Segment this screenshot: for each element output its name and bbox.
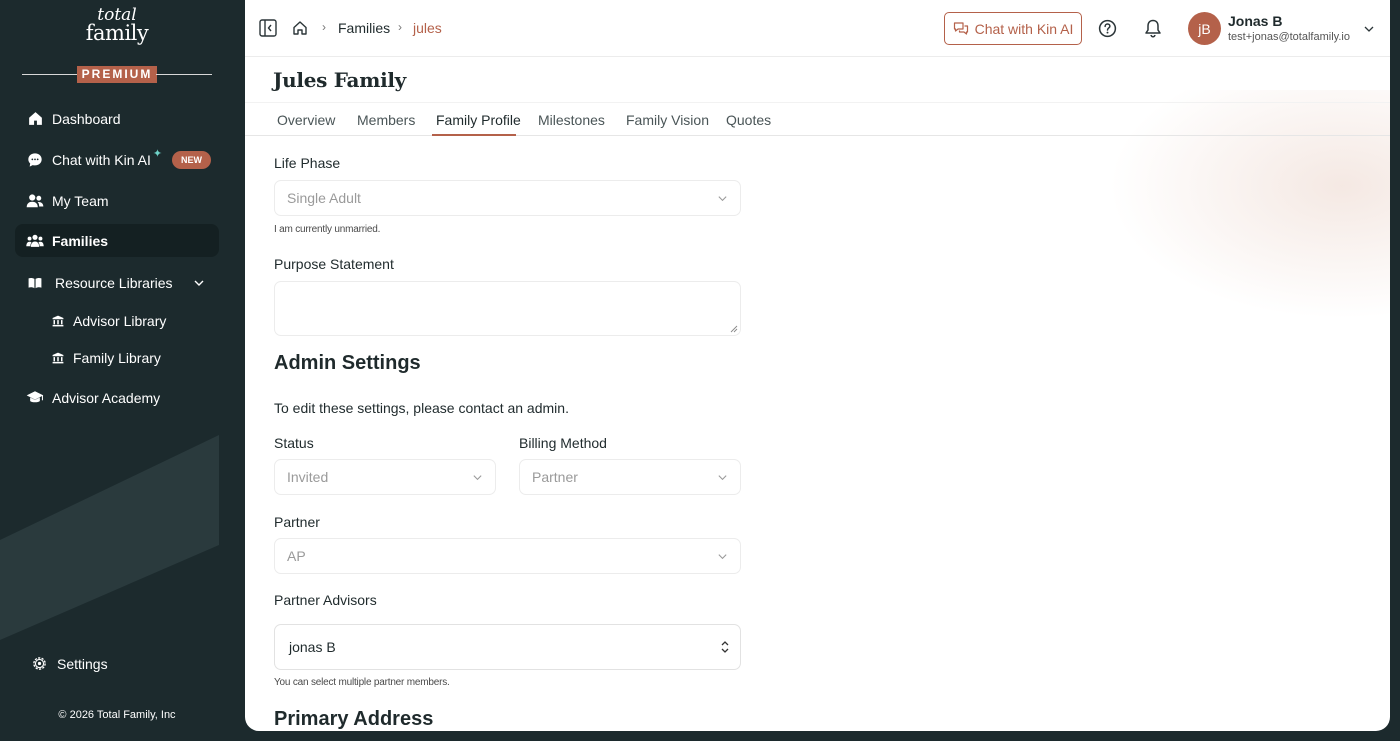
sidebar-item-family-library[interactable]: Family Library — [15, 341, 219, 374]
topbar: › Families › jules Chat with Kin AI jB J… — [245, 0, 1390, 57]
partner-value: AP — [287, 548, 306, 564]
breadcrumb-separator: › — [398, 20, 402, 34]
sidebar-item-advisor-academy[interactable]: Advisor Academy — [15, 381, 219, 414]
life-phase-value: Single Adult — [287, 190, 361, 206]
billing-method-label: Billing Method — [519, 435, 607, 451]
sparkle-icon: ✦ — [152, 148, 163, 160]
user-avatar[interactable]: jB — [1188, 12, 1221, 45]
partner-advisors-hint: You can select multiple partner members. — [274, 677, 450, 688]
chevron-down-icon[interactable] — [1363, 23, 1375, 35]
sidebar-item-chat-kin-ai[interactable]: Chat with Kin AI ✦ NEW — [15, 143, 219, 176]
copyright: © 2026 Total Family, Inc — [58, 709, 176, 721]
page-title: Jules Family — [273, 68, 406, 92]
chat-bubble-icon — [26, 151, 44, 169]
billing-method-value: Partner — [532, 469, 578, 485]
new-badge: NEW — [172, 150, 212, 169]
chat-button-label: Chat with Kin AI — [974, 20, 1074, 37]
graduation-cap-icon — [26, 389, 44, 407]
team-icon — [26, 192, 44, 210]
tab-bar: Overview Members Family Profile Mileston… — [245, 102, 1390, 136]
library-icon — [51, 351, 65, 365]
status-select[interactable]: Invited — [274, 459, 496, 495]
library-icon — [51, 314, 65, 328]
notifications-bell-icon[interactable] — [1144, 19, 1162, 38]
sidebar-item-resource-libraries[interactable]: Resource Libraries — [15, 266, 219, 299]
sidebar-item-label: My Team — [52, 192, 109, 209]
sidebar-item-label: Settings — [57, 655, 108, 672]
chevron-down-icon[interactable] — [193, 277, 205, 289]
sidebar-item-settings[interactable]: Settings — [15, 647, 219, 680]
divider — [22, 74, 78, 75]
life-phase-label: Life Phase — [274, 155, 341, 171]
admin-settings-heading: Admin Settings — [274, 352, 421, 374]
billing-method-select[interactable]: Partner — [519, 459, 741, 495]
families-icon — [26, 232, 44, 250]
partner-advisors-value: jonas B — [289, 639, 336, 655]
purpose-statement-label: Purpose Statement — [274, 256, 394, 272]
divider — [156, 74, 212, 75]
breadcrumb-families[interactable]: Families — [338, 20, 390, 36]
chevron-down-icon — [473, 475, 482, 481]
partner-advisors-multiselect[interactable]: jonas B — [274, 624, 741, 670]
home-icon[interactable] — [292, 20, 308, 36]
partner-label: Partner — [274, 514, 320, 530]
tab-family-vision[interactable]: Family Vision — [626, 112, 709, 128]
status-value: Invited — [287, 469, 329, 485]
breadcrumb-separator: › — [322, 20, 326, 34]
sidebar-item-my-team[interactable]: My Team — [15, 184, 219, 217]
primary-address-heading: Primary Address — [274, 708, 434, 730]
user-name[interactable]: Jonas B — [1228, 13, 1282, 29]
sidebar-item-advisor-library[interactable]: Advisor Library — [15, 304, 219, 337]
gear-icon — [30, 655, 48, 673]
sidebar-item-label: Resource Libraries — [55, 274, 173, 291]
premium-badge: PREMIUM — [77, 66, 157, 83]
sidebar-background-shape — [0, 435, 219, 640]
sidebar-item-dashboard[interactable]: Dashboard — [15, 102, 219, 135]
tab-quotes[interactable]: Quotes — [726, 112, 771, 128]
tab-members[interactable]: Members — [357, 112, 415, 128]
breadcrumb-current: jules — [413, 20, 442, 36]
active-tab-indicator — [432, 134, 516, 136]
book-icon — [26, 274, 44, 292]
chevron-down-icon — [718, 196, 727, 202]
purpose-statement-textarea[interactable] — [274, 281, 741, 336]
tab-milestones[interactable]: Milestones — [538, 112, 605, 128]
partner-select[interactable]: AP — [274, 538, 741, 574]
brand-logo[interactable]: total family — [0, 7, 234, 45]
sidebar: total family PREMIUM Dashboard Chat with… — [0, 0, 234, 741]
home-icon — [26, 110, 44, 128]
user-email: test+jonas@totalfamily.io — [1228, 31, 1350, 43]
sidebar-item-label: Chat with Kin AI — [52, 151, 151, 168]
status-label: Status — [274, 435, 314, 451]
sidebar-item-label: Advisor Library — [73, 312, 167, 329]
chevron-up-down-icon — [721, 641, 729, 653]
help-icon[interactable] — [1098, 19, 1117, 38]
resize-grip-icon[interactable] — [730, 325, 738, 333]
life-phase-select[interactable]: Single Adult — [274, 180, 741, 216]
sidebar-toggle-icon[interactable] — [259, 19, 277, 37]
chat-with-kin-ai-button[interactable]: Chat with Kin AI — [944, 12, 1082, 45]
sidebar-item-label: Families — [52, 232, 109, 249]
sidebar-item-label: Dashboard — [52, 110, 121, 127]
chevron-down-icon — [718, 475, 727, 481]
main-panel: › Families › jules Chat with Kin AI jB J… — [245, 0, 1390, 731]
partner-advisors-label: Partner Advisors — [274, 592, 377, 608]
sidebar-item-label: Advisor Academy — [52, 389, 161, 406]
chevron-down-icon — [718, 554, 727, 560]
tab-family-profile[interactable]: Family Profile — [436, 112, 521, 128]
tab-overview[interactable]: Overview — [277, 112, 335, 128]
chat-icon — [953, 21, 968, 35]
life-phase-hint: I am currently unmarried. — [274, 224, 381, 235]
premium-tier: PREMIUM — [22, 66, 212, 83]
sidebar-item-families[interactable]: Families — [15, 224, 219, 257]
logo-line2: family — [85, 21, 149, 45]
sidebar-item-label: Family Library — [73, 349, 161, 366]
admin-settings-note: To edit these settings, please contact a… — [274, 400, 569, 416]
